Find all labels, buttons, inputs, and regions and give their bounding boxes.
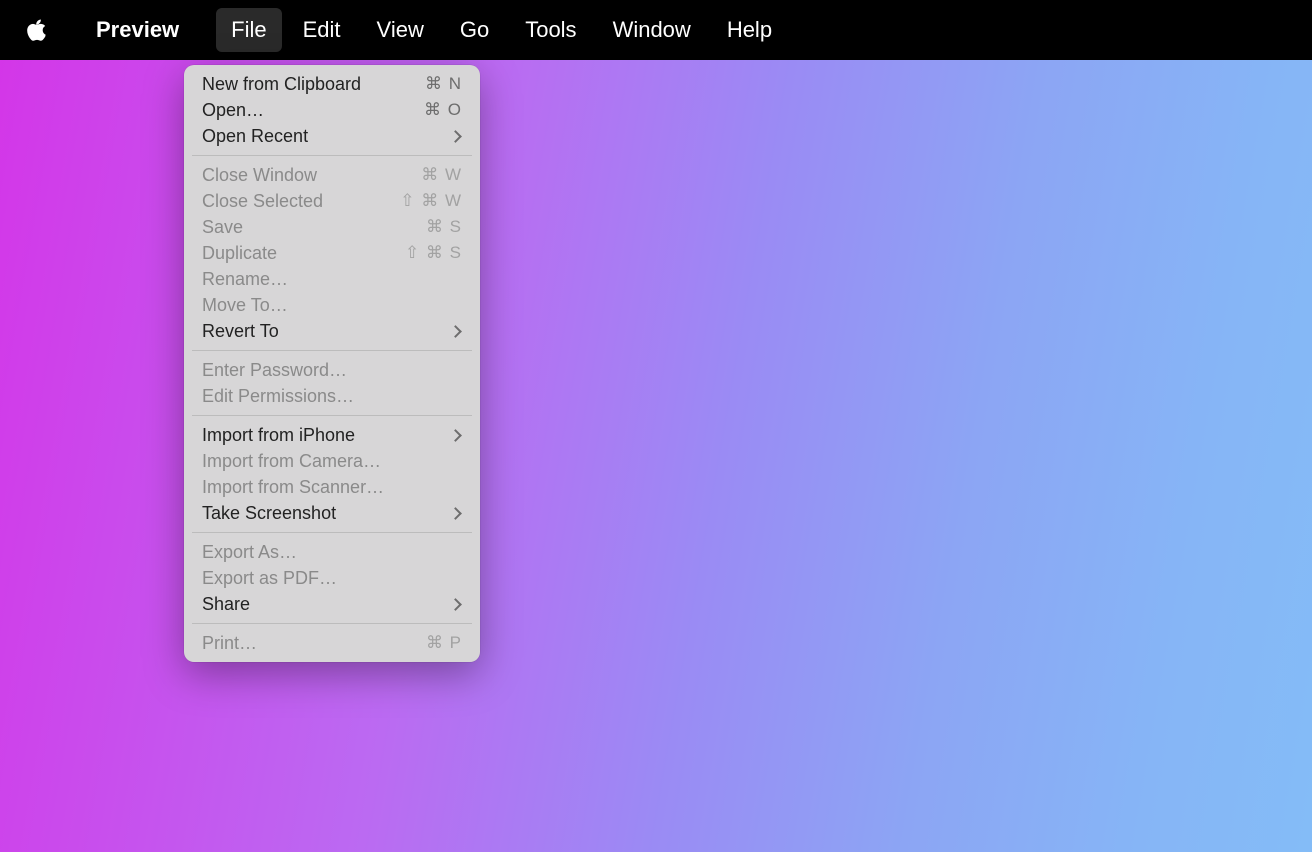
menu-separator <box>192 155 472 156</box>
menuitem-open[interactable]: Open… ⌘ O <box>184 97 480 123</box>
menuitem-import-from-camera: Import from Camera… <box>184 448 480 474</box>
menuitem-import-from-iphone[interactable]: Import from iPhone <box>184 422 480 448</box>
menuitem-label: Enter Password… <box>202 360 347 381</box>
menu-view[interactable]: View <box>362 8 439 52</box>
menuitem-import-from-scanner: Import from Scanner… <box>184 474 480 500</box>
app-name[interactable]: Preview <box>86 11 189 49</box>
menuitem-share[interactable]: Share <box>184 591 480 617</box>
menuitem-label: Close Selected <box>202 191 323 212</box>
menu-tools[interactable]: Tools <box>510 8 591 52</box>
menuitem-open-recent[interactable]: Open Recent <box>184 123 480 149</box>
menuitem-enter-password: Enter Password… <box>184 357 480 383</box>
menuitem-save: Save ⌘ S <box>184 214 480 240</box>
menuitem-move-to: Move To… <box>184 292 480 318</box>
menuitem-label: Close Window <box>202 165 317 186</box>
menuitem-shortcut: ⌘ W <box>421 165 462 185</box>
menuitem-rename: Rename… <box>184 266 480 292</box>
menuitem-label: Import from Scanner… <box>202 477 384 498</box>
menuitem-print: Print… ⌘ P <box>184 630 480 656</box>
menuitem-edit-permissions: Edit Permissions… <box>184 383 480 409</box>
menuitem-shortcut: ⌘ P <box>426 633 462 653</box>
menuitem-duplicate: Duplicate ⇧ ⌘ S <box>184 240 480 266</box>
chevron-right-icon <box>451 327 462 336</box>
menuitem-revert-to[interactable]: Revert To <box>184 318 480 344</box>
menuitem-label: Import from Camera… <box>202 451 381 472</box>
menuitem-label: Open Recent <box>202 126 308 147</box>
chevron-right-icon <box>451 132 462 141</box>
menuitem-shortcut: ⌘ S <box>426 217 462 237</box>
menu-window[interactable]: Window <box>598 8 706 52</box>
chevron-right-icon <box>451 600 462 609</box>
menuitem-label: Open… <box>202 100 264 121</box>
menu-edit[interactable]: Edit <box>288 8 356 52</box>
menuitem-label: Rename… <box>202 269 288 290</box>
menu-separator <box>192 532 472 533</box>
menuitem-label: Import from iPhone <box>202 425 355 446</box>
menu-separator <box>192 415 472 416</box>
menuitem-close-window: Close Window ⌘ W <box>184 162 480 188</box>
menuitem-take-screenshot[interactable]: Take Screenshot <box>184 500 480 526</box>
menu-separator <box>192 623 472 624</box>
menuitem-label: Save <box>202 217 243 238</box>
chevron-right-icon <box>451 431 462 440</box>
menuitem-label: Share <box>202 594 250 615</box>
menuitem-label: New from Clipboard <box>202 74 361 95</box>
menu-help[interactable]: Help <box>712 8 787 52</box>
menuitem-export-as-pdf: Export as PDF… <box>184 565 480 591</box>
menuitem-label: Export as PDF… <box>202 568 337 589</box>
menubar: Preview File Edit View Go Tools Window H… <box>0 0 1312 60</box>
menuitem-export-as: Export As… <box>184 539 480 565</box>
menu-file[interactable]: File <box>216 8 281 52</box>
menu-go[interactable]: Go <box>445 8 504 52</box>
menuitem-label: Move To… <box>202 295 288 316</box>
file-dropdown: New from Clipboard ⌘ N Open… ⌘ O Open Recent… <box>184 65 480 662</box>
menuitem-shortcut: ⇧ ⌘ W <box>400 191 462 211</box>
menuitem-label: Export As… <box>202 542 297 563</box>
menuitem-label: Edit Permissions… <box>202 386 354 407</box>
menuitem-label: Print… <box>202 633 257 654</box>
menuitem-new-from-clipboard[interactable]: New from Clipboard ⌘ N <box>184 71 480 97</box>
menuitem-label: Take Screenshot <box>202 503 336 524</box>
menuitem-shortcut: ⌘ N <box>425 74 462 94</box>
menuitem-shortcut: ⌘ O <box>424 100 462 120</box>
menu-separator <box>192 350 472 351</box>
menuitem-label: Duplicate <box>202 243 277 264</box>
menuitem-label: Revert To <box>202 321 279 342</box>
menuitem-shortcut: ⇧ ⌘ S <box>405 243 462 263</box>
apple-logo-icon[interactable] <box>26 18 48 42</box>
chevron-right-icon <box>451 509 462 518</box>
menuitem-close-selected: Close Selected ⇧ ⌘ W <box>184 188 480 214</box>
